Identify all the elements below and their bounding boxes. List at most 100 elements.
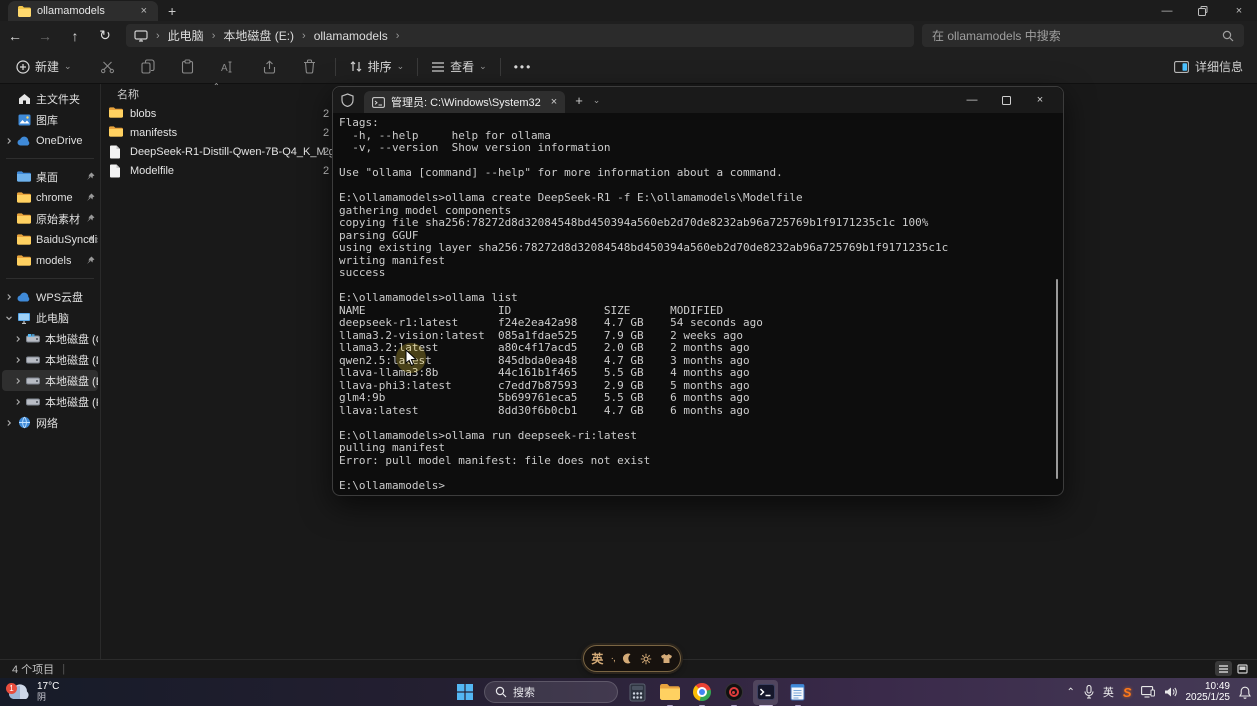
file-row-Modelfile[interactable]: Modelfile2 bbox=[101, 161, 331, 180]
sidebar-item-BaiduSyncdisk[interactable]: BaiduSyncdisk bbox=[2, 229, 98, 250]
chrome-app-icon[interactable] bbox=[689, 680, 714, 705]
sidebar-item-桌面[interactable]: 桌面 bbox=[2, 166, 98, 187]
terminal-new-tab-button[interactable]: + bbox=[575, 93, 583, 108]
recorder-app-icon[interactable] bbox=[721, 680, 746, 705]
ime-toolbar[interactable]: 英 ·, bbox=[583, 645, 681, 672]
volume-tray-icon[interactable] bbox=[1164, 686, 1177, 698]
sidebar-item-OneDrive[interactable]: OneDrive bbox=[2, 130, 98, 151]
breadcrumb-drive-e[interactable]: 本地磁盘 (E:) bbox=[223, 27, 294, 44]
ime-halfwidth-moon-icon[interactable] bbox=[622, 653, 633, 664]
delete-button[interactable] bbox=[294, 50, 325, 83]
share-button[interactable] bbox=[253, 50, 286, 83]
rename-button[interactable]: A bbox=[211, 50, 245, 83]
taskbar-clock[interactable]: 10:49 2025/1/25 bbox=[1186, 681, 1231, 703]
file-row-blobs[interactable]: blobs2 bbox=[101, 104, 331, 123]
explorer-tabstrip: ollamamodels × + — × bbox=[0, 0, 1257, 21]
chevron-right-icon bbox=[14, 356, 22, 364]
taskbar-search-box[interactable]: 搜索 bbox=[484, 681, 618, 703]
terminal-content[interactable]: Flags: -h, --help help for ollama -v, --… bbox=[333, 113, 1063, 495]
cast-tray-icon[interactable] bbox=[1141, 686, 1155, 698]
refresh-button[interactable]: ↻ bbox=[90, 27, 120, 44]
ime-settings-gear-icon[interactable] bbox=[640, 653, 652, 665]
restore-button[interactable] bbox=[1185, 0, 1221, 21]
large-icons-view-toggle[interactable] bbox=[1234, 661, 1251, 676]
sidebar-divider bbox=[6, 278, 94, 279]
sidebar-item-本地磁盘 (F:)[interactable]: 本地磁盘 (F:) bbox=[2, 391, 98, 412]
sidebar-item-本地磁盘 (E:)[interactable]: 本地磁盘 (E:) bbox=[2, 370, 98, 391]
clock-time: 10:49 bbox=[1186, 681, 1231, 692]
sidebar-item-此电脑[interactable]: 此电脑 bbox=[2, 307, 98, 328]
copy-button[interactable] bbox=[132, 50, 164, 83]
notifications-bell-icon[interactable] bbox=[1239, 686, 1251, 699]
ime-language-indicator[interactable]: 英 bbox=[1103, 684, 1114, 700]
sidebar-item-本地磁盘 (D:)[interactable]: 本地磁盘 (D:) bbox=[2, 349, 98, 370]
sort-ascending-icon: ⌃ bbox=[213, 82, 220, 91]
close-button[interactable]: × bbox=[1221, 0, 1257, 21]
explorer-tab[interactable]: ollamamodels × bbox=[8, 1, 158, 21]
sidebar-item-chrome[interactable]: chrome bbox=[2, 187, 98, 208]
search-placeholder: 在 ollamamodels 中搜索 bbox=[932, 27, 1061, 44]
sidebar-item-label: 本地磁盘 (E:) bbox=[45, 373, 98, 389]
console-icon bbox=[372, 97, 385, 108]
terminal-tab[interactable]: 管理员: C:\Windows\System32 × bbox=[364, 91, 565, 113]
microphone-tray-icon[interactable] bbox=[1084, 685, 1094, 699]
terminal-window[interactable]: 管理员: C:\Windows\System32 × + ⌄ — × Flags… bbox=[332, 86, 1064, 496]
more-options-button[interactable]: ••• bbox=[505, 50, 542, 83]
calculator-app-icon[interactable] bbox=[625, 680, 650, 705]
sidebar-item-原始素材[interactable]: 原始素材 bbox=[2, 208, 98, 229]
notepad-app-icon[interactable] bbox=[785, 680, 810, 705]
sidebar-item-主文件夹[interactable]: 主文件夹 bbox=[2, 88, 98, 109]
terminal-app-icon[interactable] bbox=[753, 680, 778, 705]
view-button[interactable]: 查看⌄ bbox=[422, 50, 496, 83]
admin-shield-icon bbox=[341, 93, 354, 107]
details-view-toggle[interactable] bbox=[1215, 661, 1232, 676]
breadcrumb-separator: › bbox=[156, 30, 160, 42]
pin-icon bbox=[86, 172, 95, 181]
ime-skin-icon[interactable] bbox=[660, 653, 673, 664]
file-explorer-app-icon[interactable] bbox=[657, 680, 682, 705]
breadcrumb-current-folder[interactable]: ollamamodels bbox=[314, 29, 388, 43]
minimize-button[interactable]: — bbox=[1149, 0, 1185, 21]
chevron-right-icon bbox=[14, 335, 22, 343]
sidebar-item-models[interactable]: models bbox=[2, 250, 98, 271]
terminal-maximize-button[interactable] bbox=[989, 87, 1023, 113]
tab-close-icon[interactable]: × bbox=[138, 5, 150, 17]
search-icon bbox=[495, 686, 507, 698]
sort-button[interactable]: 排序⌄ bbox=[340, 50, 414, 83]
share-icon bbox=[262, 60, 277, 74]
file-row-DeepSeek-R1-Distill-Qwen-7B-Q4_K_M.gguf[interactable]: DeepSeek-R1-Distill-Qwen-7B-Q4_K_M.gguf2 bbox=[101, 142, 331, 161]
date-column-sliver: 2 bbox=[323, 165, 329, 177]
weather-widget[interactable]: 1 17°C 阴 bbox=[0, 682, 150, 702]
paste-button[interactable] bbox=[172, 50, 203, 83]
hidden-icons-button[interactable]: ⌃ bbox=[1066, 687, 1074, 698]
new-tab-button[interactable]: + bbox=[158, 1, 186, 21]
start-button[interactable] bbox=[452, 680, 477, 705]
terminal-minimize-button[interactable]: — bbox=[955, 87, 989, 113]
terminal-scrollbar[interactable] bbox=[1056, 279, 1058, 479]
desktop-folder-icon bbox=[17, 171, 31, 182]
ime-mode-button[interactable]: 英 bbox=[591, 650, 603, 667]
cut-button[interactable] bbox=[91, 50, 124, 83]
new-button[interactable]: 新建⌄ bbox=[0, 50, 81, 83]
date-column-sliver: 2 bbox=[323, 146, 329, 158]
breadcrumb[interactable]: › 此电脑 › 本地磁盘 (E:) › ollamamodels › bbox=[126, 24, 914, 47]
up-button[interactable]: ↑ bbox=[60, 28, 90, 44]
back-button[interactable]: ← bbox=[0, 28, 30, 44]
details-pane-button[interactable]: 详细信息 bbox=[1174, 58, 1257, 75]
sidebar-item-图库[interactable]: 图库 bbox=[2, 109, 98, 130]
sidebar-item-网络[interactable]: 网络 bbox=[2, 412, 98, 433]
sidebar-item-WPS云盘[interactable]: WPS云盘 bbox=[2, 286, 98, 307]
terminal-tab-dropdown[interactable]: ⌄ bbox=[593, 95, 601, 106]
terminal-tab-close-icon[interactable]: × bbox=[551, 96, 557, 108]
terminal-close-button[interactable]: × bbox=[1023, 87, 1057, 113]
sogou-tray-icon[interactable]: S bbox=[1123, 685, 1132, 700]
sidebar-item-本地磁盘 (C:)[interactable]: 本地磁盘 (C:) bbox=[2, 328, 98, 349]
explorer-search-input[interactable]: 在 ollamamodels 中搜索 bbox=[922, 24, 1244, 47]
chevron-right-icon bbox=[5, 293, 13, 301]
file-row-manifests[interactable]: manifests2 bbox=[101, 123, 331, 142]
terminal-titlebar[interactable]: 管理员: C:\Windows\System32 × + ⌄ — × bbox=[333, 87, 1063, 113]
ime-punctuation-button[interactable]: ·, bbox=[611, 653, 615, 664]
breadcrumb-this-pc[interactable]: 此电脑 bbox=[168, 27, 204, 44]
network-icon bbox=[18, 416, 31, 429]
forward-button[interactable]: → bbox=[30, 28, 60, 44]
